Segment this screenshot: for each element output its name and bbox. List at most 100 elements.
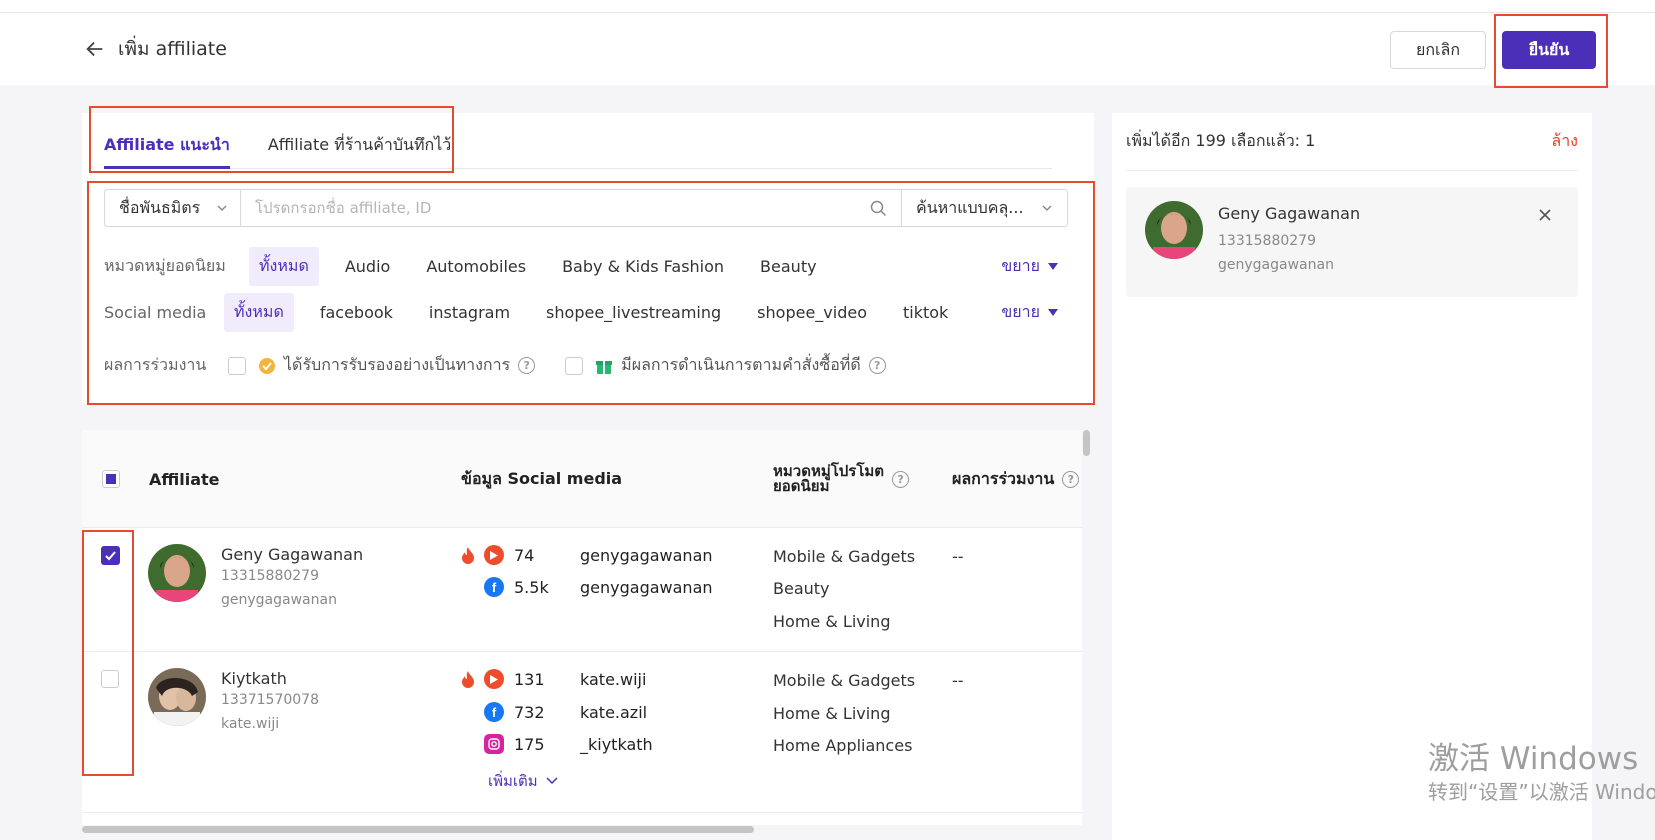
- header-social: ข้อมูล Social media: [461, 468, 623, 488]
- facebook-icon: f: [484, 577, 504, 597]
- search-mode-value: ค้นหาแบบคลุ...: [916, 197, 1024, 217]
- social-handle[interactable]: genygagawanan: [580, 578, 713, 597]
- performance-filter-label: ผลการร่วมงาน: [104, 355, 207, 374]
- performance-value: --: [952, 547, 964, 566]
- help-icon[interactable]: ?: [518, 357, 536, 374]
- social-line: f 5.5k genygagawanan: [484, 577, 713, 597]
- selected-panel: เพิ่มได้อีก 199 เลือกแล้ว: 1 ล้าง Geny G…: [1112, 113, 1592, 840]
- row-checkbox[interactable]: [101, 546, 120, 565]
- affiliate-name[interactable]: Geny Gagawanan: [221, 545, 363, 564]
- search-bar: ชื่อพันธมิตร โปรดกรอกชื่อ affiliate, ID …: [104, 189, 1068, 227]
- social-chip[interactable]: shopee_video: [747, 296, 877, 329]
- category-chip[interactable]: Audio: [335, 250, 400, 283]
- category-filter-label: หมวดหมู่ยอดนิยม: [104, 256, 226, 275]
- header-performance: ผลการร่วมงาน: [952, 468, 1055, 488]
- check-icon: [105, 551, 116, 561]
- help-icon[interactable]: ?: [892, 470, 910, 488]
- search-input[interactable]: โปรดกรอกชื่อ affiliate, ID: [241, 190, 901, 226]
- tab-recommended[interactable]: Affiliate แนะนำ: [104, 113, 230, 169]
- filter-card: Affiliate แนะนำ Affiliate ที่ร้านค้าบันท…: [82, 113, 1094, 403]
- social-handle[interactable]: _kiytkath: [580, 735, 653, 754]
- close-icon[interactable]: [1538, 208, 1552, 222]
- social-chip[interactable]: shopee_livestreaming: [536, 296, 731, 329]
- avatar-photo: [148, 544, 206, 602]
- vertical-scrollbar[interactable]: [1083, 430, 1090, 456]
- tab-saved[interactable]: Affiliate ที่ร้านค้าบันทึกไว้: [268, 113, 451, 169]
- help-icon[interactable]: ?: [868, 357, 886, 374]
- shopee-video-icon: [484, 545, 504, 565]
- clear-button[interactable]: ล้าง: [1551, 129, 1578, 154]
- social-expand-button[interactable]: ขยาย: [1001, 300, 1058, 325]
- category-chip[interactable]: Beauty: [750, 250, 827, 283]
- page-title: เพิ่ม affiliate: [118, 38, 227, 60]
- help-icon[interactable]: ?: [1062, 470, 1080, 488]
- social-count: 175: [514, 734, 545, 754]
- affiliate-id: 13315880279: [221, 568, 319, 584]
- row-checkbox[interactable]: [101, 670, 119, 688]
- affiliate-name[interactable]: Kiytkath: [221, 669, 287, 688]
- performance-value: --: [952, 671, 964, 690]
- social-handle[interactable]: kate.wiji: [580, 670, 646, 689]
- selected-name: Geny Gagawanan: [1218, 204, 1361, 223]
- shopee-video-icon: [484, 669, 504, 689]
- social-filter-row: Social media ทั้งหมด facebook instagram …: [104, 293, 1068, 332]
- confirm-button[interactable]: ยืนยัน: [1502, 31, 1596, 69]
- category-chip[interactable]: Baby & Kids Fashion: [552, 250, 734, 283]
- category-item: Home & Living: [773, 612, 891, 631]
- arrow-left-icon: [86, 41, 103, 57]
- cancel-button[interactable]: ยกเลิก: [1390, 31, 1486, 69]
- header-affiliate: Affiliate: [149, 469, 220, 489]
- caret-down-icon: [1048, 308, 1058, 316]
- table-row[interactable]: Kiytkath 13371570078 kate.wiji 131 kate.…: [82, 653, 1082, 813]
- social-count: 5.5k: [514, 577, 549, 597]
- selected-panel-header: เพิ่มได้อีก 199 เลือกแล้ว: 1 ล้าง: [1126, 113, 1578, 171]
- search-field-select[interactable]: ชื่อพันธมิตร: [105, 190, 241, 226]
- search-icon[interactable]: [870, 200, 887, 217]
- category-item: Mobile & Gadgets: [773, 547, 916, 566]
- tab-bar: Affiliate แนะนำ Affiliate ที่ร้านค้าบันท…: [104, 113, 1052, 169]
- windows-activation-hint: 转到“设置”以激活 Windows。: [1428, 780, 1655, 804]
- header-category-line2: ยอดนิยม: [773, 477, 830, 495]
- more-button[interactable]: เพิ่มเติม: [488, 769, 558, 793]
- avatar: [148, 668, 206, 726]
- page-header: เพิ่ม affiliate ยกเลิก ยืนยัน: [0, 13, 1655, 85]
- table-header: Affiliate ข้อมูล Social media หมวดหมู่โป…: [82, 430, 1082, 528]
- social-chip[interactable]: instagram: [419, 296, 520, 329]
- verified-badge-icon: [259, 357, 275, 374]
- social-chip[interactable]: tiktok: [893, 296, 958, 329]
- category-chip[interactable]: Automobiles: [416, 250, 536, 283]
- category-item: Home & Living: [773, 704, 891, 723]
- category-item: Home Appliances: [773, 736, 913, 755]
- social-chip[interactable]: facebook: [310, 296, 403, 329]
- performance-filter-row: ผลการร่วมงาน ได้รับการรับรองอย่างเป็นทาง…: [104, 353, 1068, 378]
- social-count: 74: [514, 545, 535, 565]
- indeterminate-mark: [106, 474, 116, 484]
- search-mode-select[interactable]: ค้นหาแบบคลุ...: [901, 190, 1067, 226]
- header-category-cell: หมวดหมู่โปรโมต ยอดนิยม ?: [773, 430, 910, 528]
- social-count: 131: [514, 669, 545, 689]
- social-handle[interactable]: kate.azil: [580, 703, 647, 722]
- select-all-checkbox[interactable]: [102, 470, 120, 488]
- top-strip: [0, 0, 1655, 13]
- social-chip-all[interactable]: ทั้งหมด: [224, 293, 294, 332]
- selected-affiliate-card: Geny Gagawanan 13315880279 genygagawanan: [1126, 187, 1578, 297]
- official-checkbox[interactable]: [228, 356, 246, 375]
- table-row[interactable]: Geny Gagawanan 13315880279 genygagawanan…: [82, 529, 1082, 652]
- social-filter-label: Social media: [104, 303, 207, 322]
- back-button[interactable]: เพิ่ม affiliate: [84, 34, 227, 64]
- horizontal-scrollbar[interactable]: [82, 826, 754, 833]
- selected-username: genygagawanan: [1218, 257, 1334, 273]
- avatar: [148, 544, 206, 602]
- social-line: 175 _kiytkath: [484, 734, 653, 754]
- social-handle[interactable]: genygagawanan: [580, 546, 713, 565]
- category-filter-row: หมวดหมู่ยอดนิยม ทั้งหมด Audio Automobile…: [104, 247, 1068, 286]
- header-category: หมวดหมู่โปรโมต ยอดนิยม: [773, 464, 884, 494]
- good-performance-checkbox[interactable]: [565, 356, 584, 375]
- fire-icon: [462, 547, 474, 564]
- category-chip-all[interactable]: ทั้งหมด: [249, 247, 319, 286]
- category-expand-button[interactable]: ขยาย: [1001, 254, 1058, 279]
- category-item: Mobile & Gadgets: [773, 671, 916, 690]
- social-count: 732: [514, 702, 545, 722]
- avatar-photo: [148, 668, 206, 726]
- social-line: f 732 kate.azil: [484, 702, 647, 722]
